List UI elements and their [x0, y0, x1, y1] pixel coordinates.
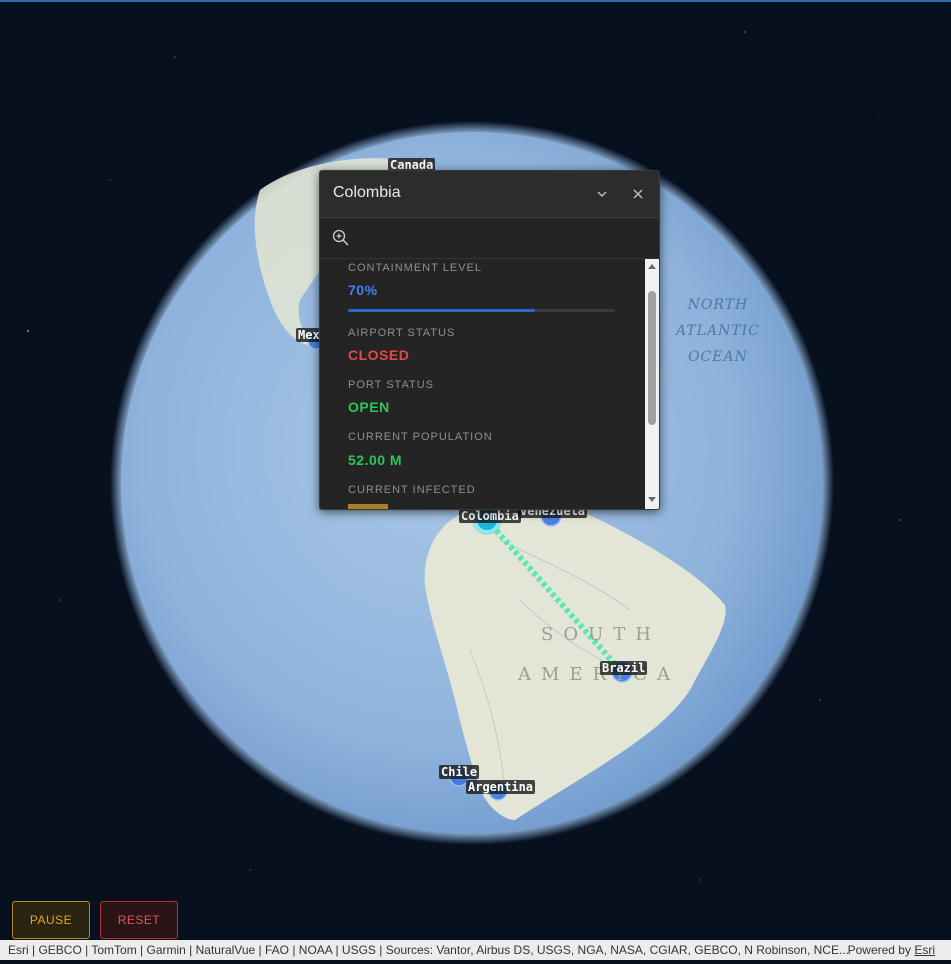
popup-title: Colombia — [333, 184, 401, 201]
close-icon — [633, 189, 643, 199]
close-button[interactable] — [623, 179, 653, 209]
collapse-button[interactable] — [587, 179, 617, 209]
field-label-airport: AIRPORT STATUS — [348, 327, 456, 339]
field-value-infected-clipped — [348, 504, 388, 509]
esri-link[interactable]: Esri — [914, 943, 935, 957]
scroll-up-arrow-icon[interactable] — [648, 264, 656, 269]
zoom-to-button[interactable] — [331, 228, 351, 248]
scroll-down-arrow-icon[interactable] — [648, 497, 656, 502]
scroll-thumb[interactable] — [648, 291, 656, 425]
pause-button[interactable]: PAUSE — [12, 901, 90, 939]
field-value-population: 52.00 M — [348, 452, 403, 468]
continent-label-line: AMERICA — [518, 664, 681, 685]
field-value-airport: CLOSED — [348, 347, 410, 363]
ocean-label-line: OCEAN — [688, 349, 748, 365]
field-label-population: CURRENT POPULATION — [348, 431, 493, 443]
ocean-label-line: NORTH — [687, 297, 749, 313]
continent-label-line: SOUTH — [541, 624, 661, 645]
field-value-containment: 70% — [348, 282, 378, 298]
powered-by-text: Powered by — [847, 943, 911, 957]
popup-body[interactable]: CONTAINMENT LEVEL 70% AIRPORT STATUS CLO… — [320, 259, 645, 509]
field-label-containment: CONTAINMENT LEVEL — [348, 262, 482, 274]
popup-header: Colombia — [320, 171, 659, 218]
country-label-chile[interactable]: Chile — [439, 765, 480, 779]
reset-button[interactable]: RESET — [100, 901, 178, 939]
country-popup: Colombia CONTAINMENT LEVEL 70% AIRPORT S… — [319, 170, 660, 510]
chevron-down-icon — [597, 191, 607, 198]
zoom-in-icon — [332, 229, 349, 246]
attribution-sources[interactable]: Esri | GEBCO | TomTom | Garmin | Natural… — [8, 940, 849, 960]
powered-by: Powered by Esri — [848, 940, 935, 960]
map-attribution: Esri | GEBCO | TomTom | Garmin | Natural… — [0, 940, 951, 960]
popup-scrollbar[interactable] — [645, 259, 659, 509]
country-label-mexico[interactable]: Mex — [296, 328, 322, 342]
popup-actions — [320, 218, 659, 259]
country-label-colombia[interactable]: Colombia — [459, 509, 521, 523]
country-label-brazil[interactable]: Brazil — [600, 661, 648, 675]
containment-progress-bar — [348, 309, 615, 312]
ocean-label-line: ATLANTIC — [676, 323, 760, 339]
containment-progress-fill — [348, 309, 535, 312]
field-value-port: OPEN — [348, 399, 390, 415]
ocean-label: NORTH ATLANTIC OCEAN — [676, 292, 760, 370]
country-label-argentina[interactable]: Argentina — [466, 780, 536, 794]
field-label-port: PORT STATUS — [348, 379, 434, 391]
field-label-infected: CURRENT INFECTED — [348, 484, 476, 496]
